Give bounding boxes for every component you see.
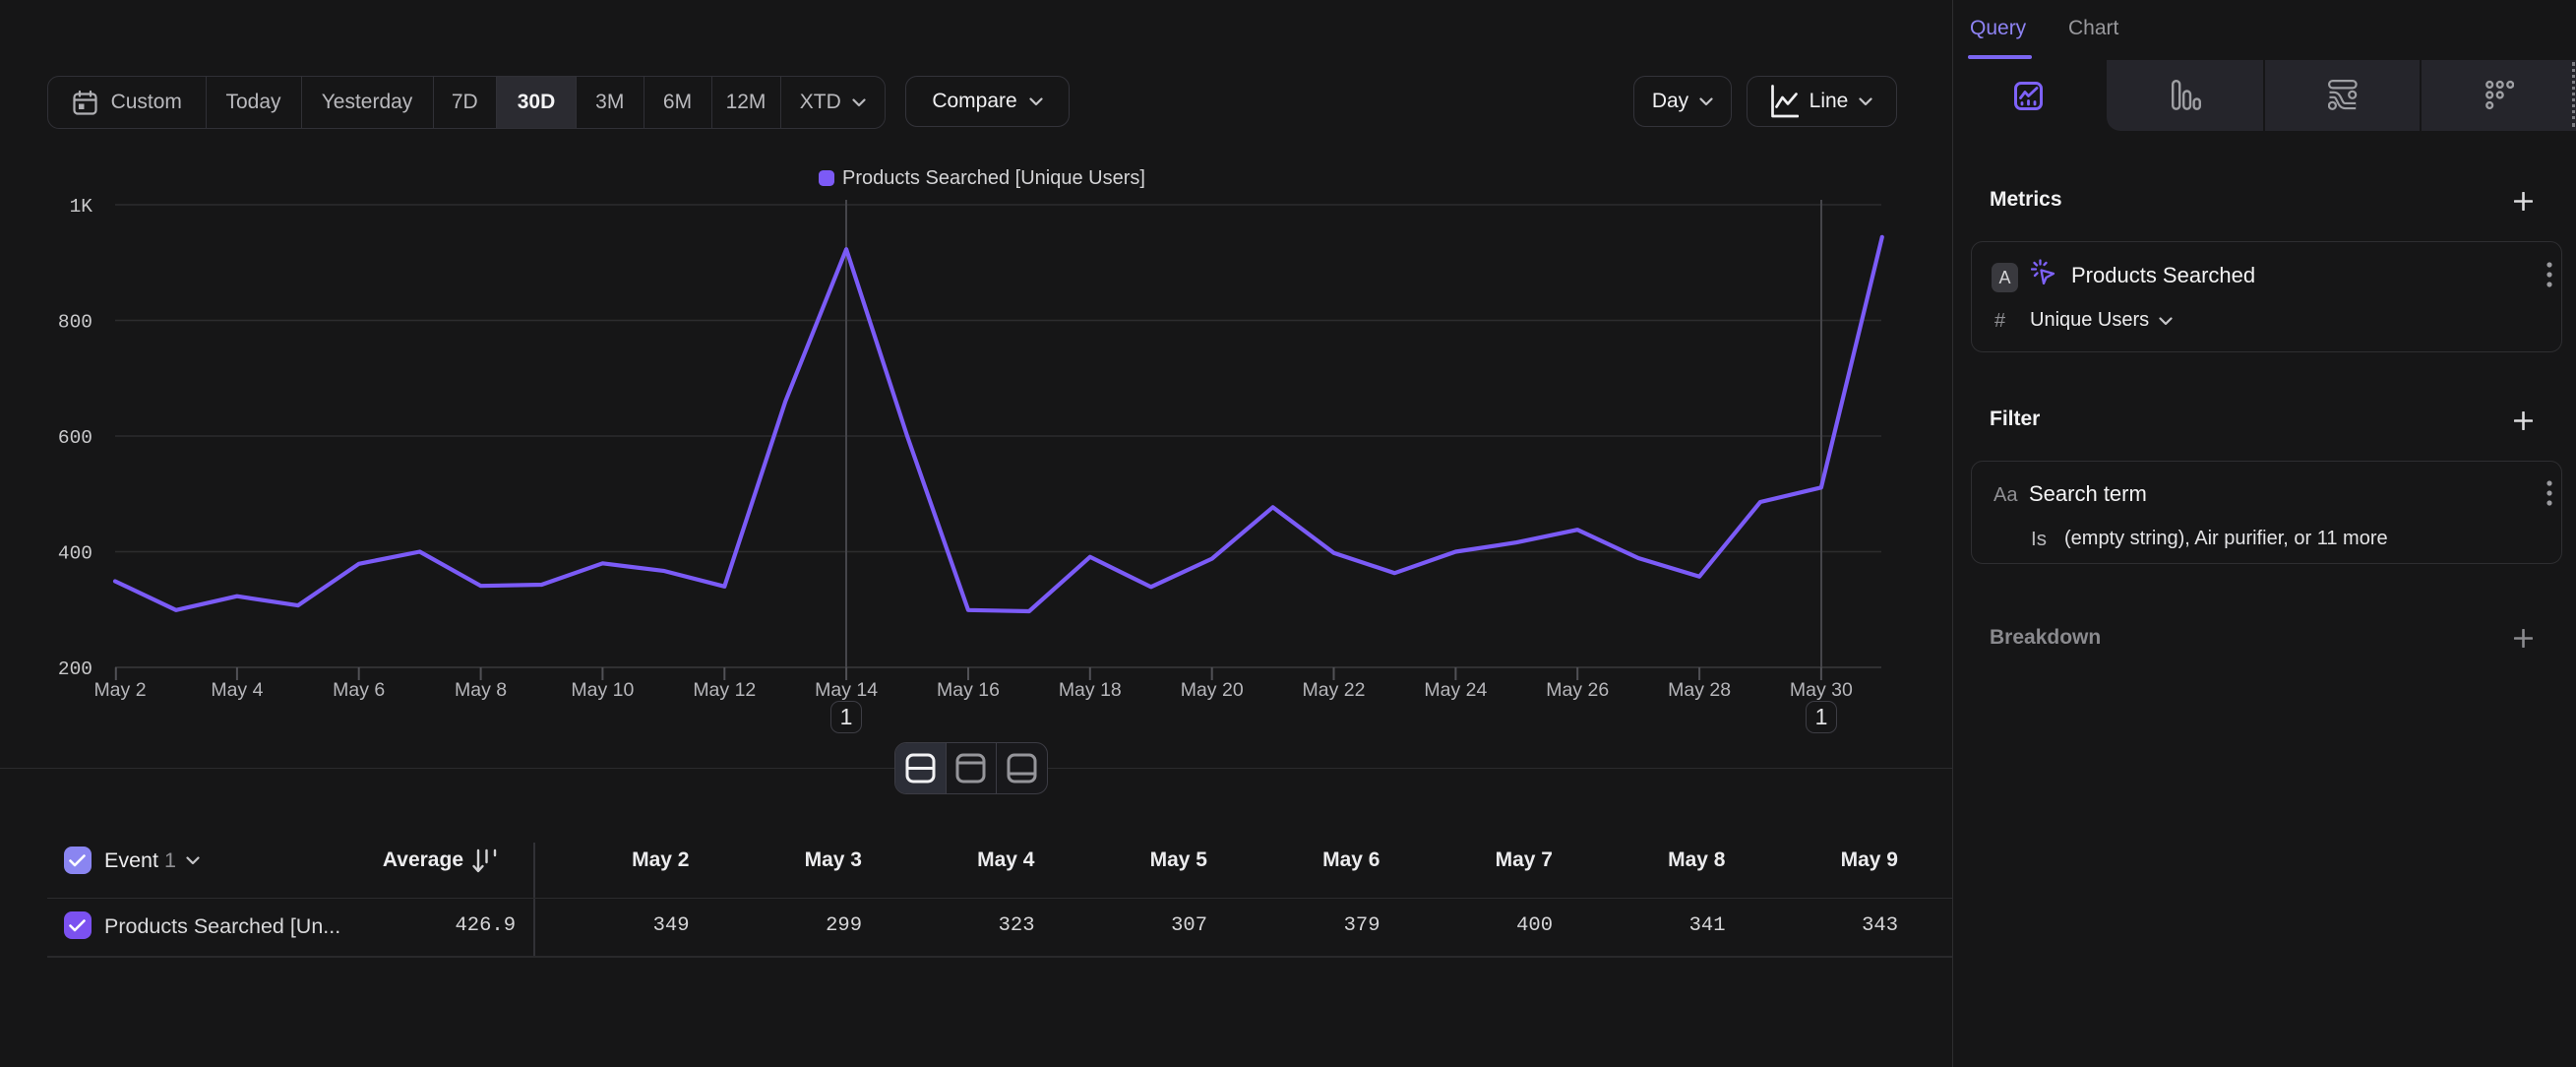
svg-text:600: 600 [58,427,92,449]
svg-text:200: 200 [58,659,92,680]
svg-text:1K: 1K [70,196,93,218]
svg-text:May 2: May 2 [93,679,146,701]
svg-text:May 4: May 4 [211,679,263,701]
svg-text:800: 800 [58,312,92,334]
svg-text:May 8: May 8 [455,679,507,701]
svg-text:May 28: May 28 [1668,679,1731,701]
svg-text:May 12: May 12 [693,679,756,701]
svg-text:May 10: May 10 [571,679,634,701]
svg-text:May 6: May 6 [333,679,385,701]
svg-text:May 20: May 20 [1181,679,1244,701]
svg-text:May 26: May 26 [1546,679,1609,701]
svg-text:May 14: May 14 [815,679,878,701]
svg-text:May 18: May 18 [1059,679,1122,701]
svg-text:May 30: May 30 [1790,679,1853,701]
svg-text:May 16: May 16 [937,679,1000,701]
svg-text:May 22: May 22 [1303,679,1366,701]
svg-text:400: 400 [58,543,92,565]
svg-text:May 24: May 24 [1424,679,1487,701]
